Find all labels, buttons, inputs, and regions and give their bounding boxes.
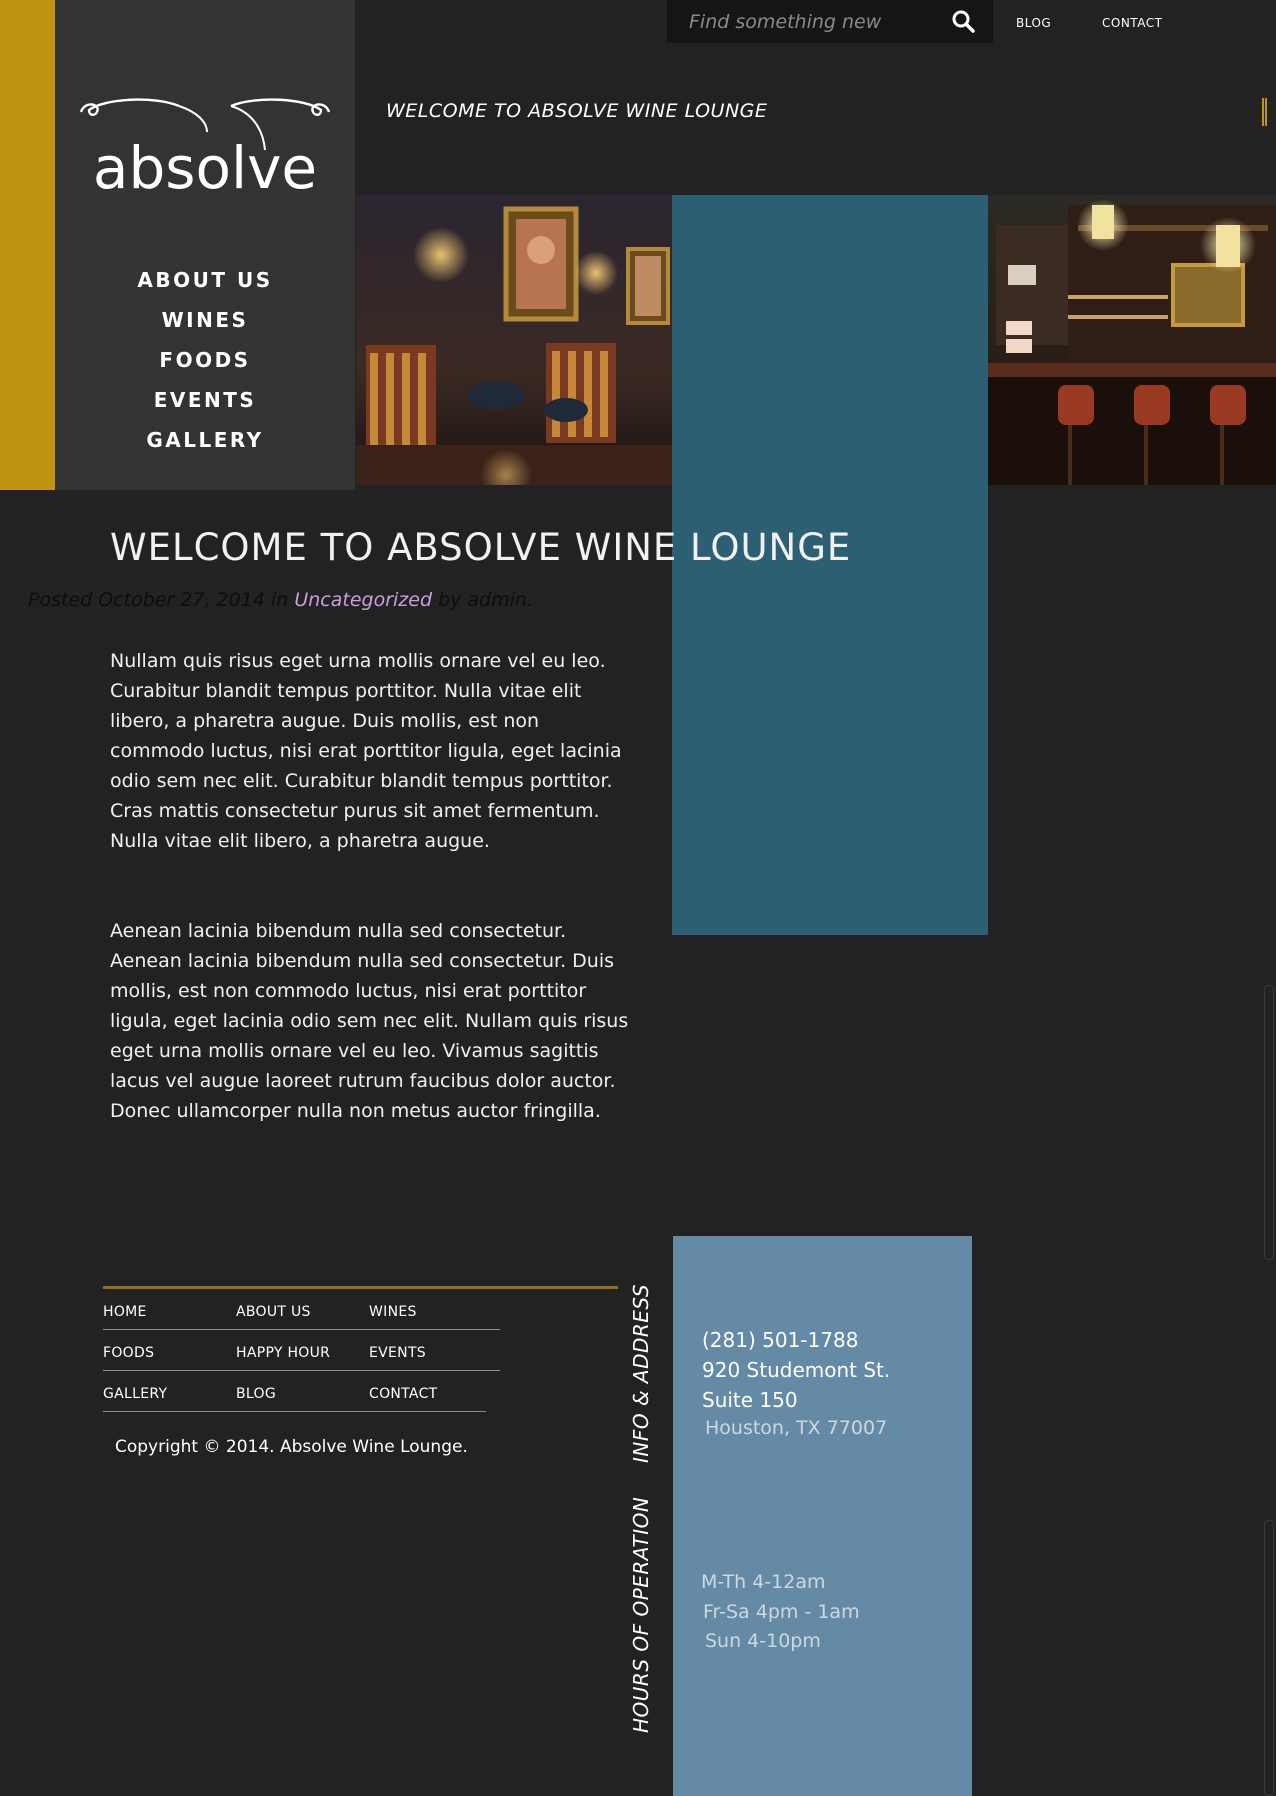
address-city: Houston, TX 77007 [705, 1417, 888, 1439]
post-paragraph: Aenean lacinia bibendum nulla sed consec… [110, 920, 629, 1122]
gold-accent-bar [0, 0, 55, 490]
nav-item-foods[interactable]: FOODS [55, 340, 355, 380]
address-line-2: Suite 150 [702, 1388, 798, 1412]
footer-link-wines[interactable]: WINES [369, 1304, 417, 1320]
search-icon[interactable] [950, 8, 978, 36]
footer-row-divider [103, 1370, 500, 1371]
hours-label: HOURS OF OPERATION [629, 1496, 653, 1733]
svg-text:absolve: absolve [93, 134, 317, 194]
post-date: Posted October 27, 2014 in [28, 589, 289, 611]
post-author: by admin. [438, 589, 533, 611]
footer-link-events[interactable]: EVENTS [369, 1345, 426, 1361]
blog-link[interactable]: BLOG [1016, 16, 1051, 30]
info-address-label: INFO & ADDRESS [629, 1283, 653, 1463]
contact-link[interactable]: CONTACT [1102, 16, 1162, 30]
address-line-1: 920 Studemont St. [702, 1358, 891, 1382]
nav-item-wines[interactable]: WINES [55, 300, 355, 340]
footer-link-blog[interactable]: BLOG [236, 1386, 276, 1402]
post-paragraph: Nullam quis risus eget urna mollis ornar… [110, 650, 622, 852]
absolve-logo[interactable]: absolve [75, 98, 335, 202]
hours-sunday: Sun 4-10pm [705, 1630, 821, 1652]
footer-link-contact[interactable]: CONTACT [369, 1386, 438, 1402]
lounge-photo [356, 195, 672, 501]
post-meta: Posted October 27, 2014 in Uncategorized… [28, 589, 533, 611]
footer-link-foods[interactable]: FOODS [103, 1345, 154, 1361]
copyright-text: Copyright © 2014. Absolve Wine Lounge. [115, 1437, 468, 1457]
slide-indicator[interactable] [1262, 98, 1267, 126]
footer-row-divider [103, 1411, 486, 1412]
sidebar: absolve ABOUT US WINES FOODS EVENTS GALL… [55, 0, 355, 490]
phone-number[interactable]: (281) 501-1788 [702, 1328, 858, 1352]
main-navigation: ABOUT US WINES FOODS EVENTS GALLERY [55, 260, 355, 460]
footer-link-home[interactable]: HOME [103, 1304, 147, 1320]
post-title: WELCOME TO ABSOLVE WINE LOUNGE [110, 526, 852, 569]
category-link[interactable]: Uncategorized [294, 589, 432, 611]
search-box [667, 0, 993, 43]
search-input[interactable] [687, 6, 941, 38]
bar-photo [988, 195, 1276, 485]
footer-link-happy-hour[interactable]: HAPPY HOUR [236, 1345, 330, 1361]
footer-link-gallery[interactable]: GALLERY [103, 1386, 167, 1402]
info-panel: (281) 501-1788 920 Studemont St. Suite 1… [673, 1236, 972, 1796]
hours-weekday: M-Th 4-12am [701, 1571, 826, 1593]
footer-divider [103, 1286, 618, 1289]
scrollbar-track[interactable] [1264, 985, 1274, 1260]
nav-item-events[interactable]: EVENTS [55, 380, 355, 420]
header-welcome-text: WELCOME TO ABSOLVE WINE LOUNGE [386, 100, 768, 122]
footer-row-divider [103, 1329, 500, 1330]
scrollbar-track[interactable] [1264, 1520, 1274, 1796]
footer-link-about-us[interactable]: ABOUT US [236, 1304, 311, 1320]
logo-flourish-icon: absolve [79, 98, 331, 202]
hours-weekend: Fr-Sa 4pm - 1am [703, 1601, 860, 1623]
nav-item-about-us[interactable]: ABOUT US [55, 260, 355, 300]
nav-item-gallery[interactable]: GALLERY [55, 420, 355, 460]
